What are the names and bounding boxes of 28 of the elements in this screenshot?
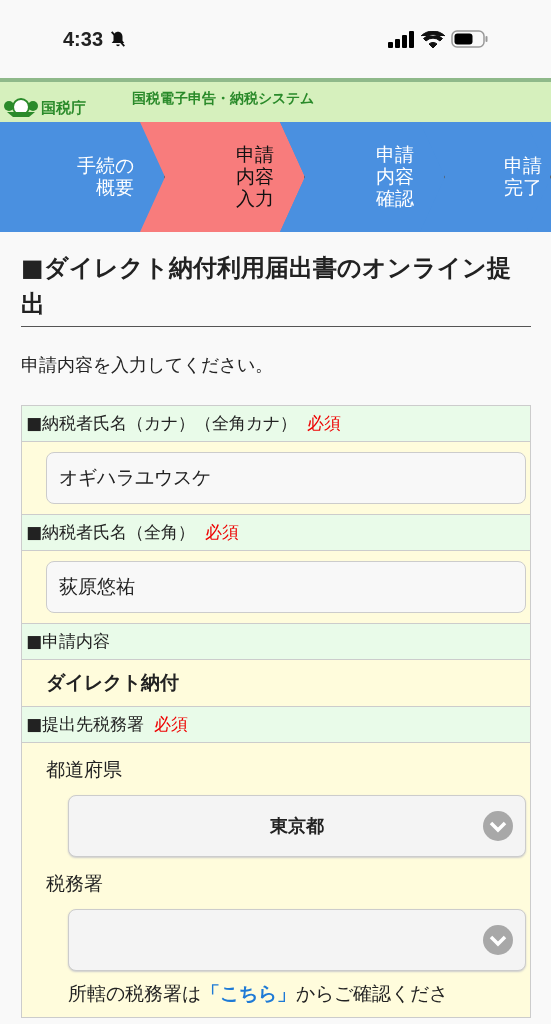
required-label: 必須 bbox=[154, 713, 189, 736]
signal-icon bbox=[388, 30, 415, 48]
input-field[interactable]: 荻原悠祐 bbox=[46, 561, 526, 613]
system-title: 国税電子申告・納税システム bbox=[132, 90, 314, 108]
field-label: 都道府県 bbox=[46, 757, 123, 782]
section-label: ■申請内容 bbox=[26, 630, 111, 653]
section-label: ■納税者氏名（カナ）（全角カナ） bbox=[26, 412, 298, 435]
chevron-down-icon bbox=[483, 925, 513, 955]
muted-bell-icon bbox=[109, 30, 128, 48]
agency-name: 国税庁 bbox=[41, 98, 86, 118]
select-field[interactable] bbox=[68, 909, 526, 971]
section-value: ダイレクト納付 bbox=[46, 670, 180, 695]
input-field[interactable]: オギハラユウスケ bbox=[46, 452, 526, 504]
section-label: ■提出先税務署 bbox=[26, 713, 145, 736]
here-link[interactable]: 「こちら」 bbox=[201, 982, 296, 1004]
office-note: 所轄の税務署は「こちら」からご確認くださ bbox=[68, 981, 449, 1006]
agency-logo-icon bbox=[3, 98, 39, 118]
select-field[interactable]: 東京都 bbox=[68, 795, 526, 857]
battery-icon bbox=[451, 30, 489, 48]
wifi-icon bbox=[421, 30, 445, 48]
page-title: ■ダイレクト納付利用届出書のオンライン提出 bbox=[21, 250, 531, 327]
field-label: 税務署 bbox=[46, 871, 104, 896]
chevron-down-icon bbox=[483, 811, 513, 841]
intro-text: 申請内容を入力してください。 bbox=[21, 353, 274, 377]
required-label: 必須 bbox=[205, 521, 240, 544]
status-time: 4:33 bbox=[63, 27, 104, 51]
section-label: ■納税者氏名（全角） bbox=[26, 521, 196, 544]
required-label: 必須 bbox=[307, 412, 342, 435]
